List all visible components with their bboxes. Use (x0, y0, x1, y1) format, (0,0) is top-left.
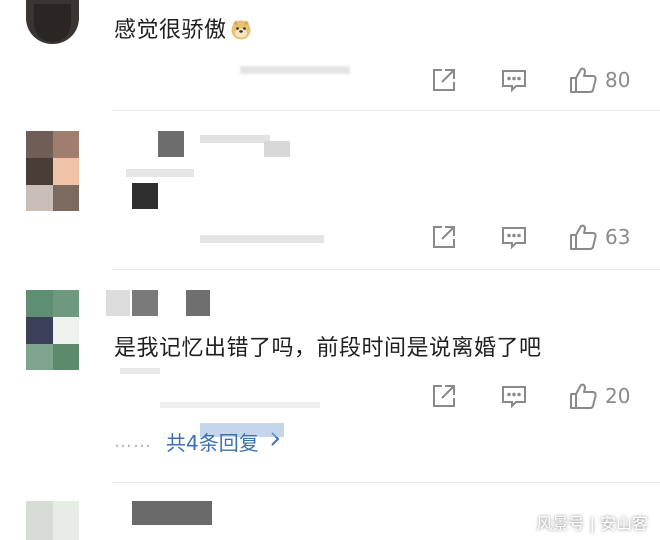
avatar[interactable] (26, 0, 79, 44)
comment-meta (160, 402, 320, 408)
comment-item: 63 (0, 111, 660, 269)
comment-icon (500, 382, 528, 410)
username (132, 501, 212, 525)
comment-actions: 63 (430, 221, 640, 253)
comment-meta (120, 368, 160, 374)
comment-icon (500, 223, 528, 251)
doge-emoji-icon (230, 18, 252, 40)
comment-meta (200, 235, 324, 243)
like-button[interactable]: 80 (568, 64, 630, 96)
username-extra (200, 135, 270, 143)
view-replies-link[interactable]: …… 共4条回复 (114, 422, 284, 458)
replies-label: 共4条回复 (166, 422, 284, 456)
comment-item: 感觉很骄傲 80 (0, 0, 660, 110)
like-button[interactable]: 20 (568, 380, 630, 412)
replies-dots: …… (114, 430, 152, 452)
username (106, 290, 130, 316)
reply-button[interactable] (500, 64, 528, 96)
like-count: 80 (605, 68, 631, 92)
redacted-text (132, 183, 158, 209)
share-icon (430, 223, 458, 251)
share-button[interactable] (430, 221, 458, 253)
share-button[interactable] (430, 380, 458, 412)
comment-item: 是我记忆出错了吗，前段时间是说离婚了吧 20 (0, 270, 660, 482)
thumbs-up-icon (568, 222, 598, 252)
username (132, 290, 158, 316)
share-icon (430, 66, 458, 94)
comment-text: 是我记忆出错了吗，前段时间是说离婚了吧 (114, 336, 542, 361)
reply-button[interactable] (500, 380, 528, 412)
username (186, 290, 210, 316)
avatar[interactable] (26, 501, 79, 540)
comment-text: 感觉很骄傲 (114, 12, 252, 44)
comment-actions: 80 (430, 64, 640, 96)
thumbs-up-icon (568, 65, 598, 95)
avatar[interactable] (26, 131, 79, 211)
avatar[interactable] (26, 290, 79, 370)
thumbs-up-icon (568, 381, 598, 411)
comment-icon (500, 66, 528, 94)
like-button[interactable]: 63 (568, 221, 630, 253)
redacted-text (126, 169, 194, 177)
watermark: 风景号 | 安山客 (536, 514, 648, 533)
comment-meta (240, 66, 350, 74)
like-count: 63 (605, 225, 631, 249)
share-icon (430, 382, 458, 410)
comment-actions: 20 (430, 380, 640, 412)
like-count: 20 (605, 384, 631, 408)
share-button[interactable] (430, 64, 458, 96)
username (158, 131, 184, 157)
username-extra (264, 141, 290, 157)
reply-button[interactable] (500, 221, 528, 253)
